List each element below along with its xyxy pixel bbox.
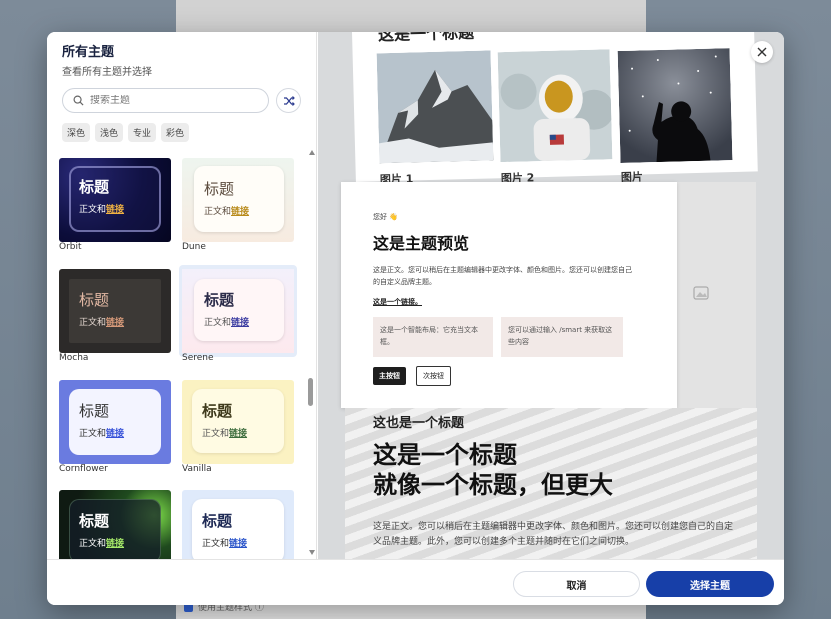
close-icon: [757, 47, 767, 57]
theme-card-body: 正文和链接: [204, 204, 249, 217]
theme-card-body: 正文和链接: [202, 536, 247, 549]
theme-name: Serene: [182, 353, 214, 363]
theme-card-link: 链接: [106, 318, 125, 328]
astronaut-photo: [497, 49, 613, 163]
theme-card-heading: 标题: [79, 512, 110, 530]
theme-card-body-text: 正文和: [204, 318, 232, 328]
filter-chips: 深色 浅色 专业 彩色: [62, 123, 190, 142]
theme-card-heading: 标题: [202, 512, 233, 530]
theme-list-panel: 所有主题 查看所有主题并选择 深色 浅色 专业 彩色 标题 正文和链接 Orbi…: [47, 32, 317, 559]
search-input[interactable]: [90, 95, 260, 106]
theme-picker-dialog: 所有主题 查看所有主题并选择 深色 浅色 专业 彩色 标题 正文和链接 Orbi…: [47, 32, 784, 605]
theme-preview-panel: 这是一个标题 图片 1 图片 2 图片 您好 👋 这是主题预览 这是正文。您可以…: [318, 32, 784, 559]
filter-chip-colorful[interactable]: 彩色: [161, 123, 190, 142]
theme-card-heading: 标题: [204, 180, 235, 198]
preview-slide3-heading-line2: 就像一个标题，但更大: [373, 471, 613, 499]
theme-name: Orbit: [59, 242, 82, 252]
preview-slide-zebra: 这也是一个标题 这是一个标题 就像一个标题，但更大 这是正文。您可以稍后在主题编…: [345, 408, 757, 559]
theme-name: Dune: [182, 242, 206, 252]
theme-card-heading: 标题: [79, 291, 110, 309]
theme-card-link: 链接: [229, 539, 248, 549]
preview-link: 这是一个链接。: [373, 298, 422, 306]
theme-grid: 标题 正文和链接 Orbit 标题 正文和链接 Dune 标题 正文和链接 Mo…: [59, 156, 299, 559]
shuffle-icon: [283, 95, 295, 106]
preview-slide3-heading: 这是一个标题 就像一个标题，但更大: [373, 440, 613, 500]
theme-card-body-text: 正文和: [79, 205, 107, 215]
theme-card-mocha[interactable]: 标题 正文和链接: [59, 269, 171, 353]
preview-slide-images: 这是一个标题 图片 1 图片 2 图片: [352, 32, 758, 186]
theme-card-body-text: 正文和: [204, 207, 232, 217]
cancel-button[interactable]: 取消: [513, 571, 640, 597]
dialog-title: 所有主题: [62, 45, 115, 60]
preview-primary-button: 主按钮: [373, 367, 406, 385]
preview-body-text: 这是正文。您可以稍后在主题编辑器中更改字体、颜色和图片。您还可以创建您自己的自定…: [373, 266, 632, 286]
close-button[interactable]: [751, 41, 773, 63]
theme-card-link: 链接: [106, 205, 125, 215]
theme-card-body: 正文和链接: [79, 536, 124, 549]
theme-card-body-text: 正文和: [79, 318, 107, 328]
scroll-up-arrow-icon[interactable]: [309, 150, 315, 155]
filter-chip-professional[interactable]: 专业: [128, 123, 157, 142]
theme-card-7[interactable]: 标题 正文和链接: [59, 490, 171, 559]
theme-card-inner: [69, 389, 161, 455]
theme-card-body-text: 正文和: [79, 539, 107, 549]
smart-layout-box-1: 这是一个智能布局：它充当文本框。: [373, 317, 493, 357]
preview-slide3-heading-line1: 这是一个标题: [373, 441, 517, 469]
scrollbar-thumb[interactable]: [308, 378, 313, 406]
theme-card-body: 正文和链接: [79, 315, 124, 328]
theme-name: Vanilla: [182, 464, 212, 474]
theme-card-body: 正文和链接: [79, 426, 124, 439]
theme-card-link: 链接: [231, 318, 250, 328]
shuffle-button[interactable]: [276, 88, 301, 113]
theme-card-body: 正文和链接: [79, 202, 124, 215]
search-box[interactable]: [62, 88, 269, 113]
preview-secondary-button: 次按钮: [416, 366, 451, 386]
search-icon: [73, 95, 84, 106]
theme-card-vanilla[interactable]: 标题 正文和链接: [182, 380, 294, 464]
theme-card-body: 正文和链接: [202, 426, 247, 439]
scroll-down-arrow-icon[interactable]: [309, 550, 315, 555]
theme-card-8[interactable]: 标题 正文和链接: [182, 490, 294, 559]
preview-slide3-kicker: 这也是一个标题: [373, 416, 465, 431]
theme-card-body-text: 正文和: [79, 429, 107, 439]
theme-card-body-text: 正文和: [202, 429, 230, 439]
select-theme-button[interactable]: 选择主题: [646, 571, 774, 597]
theme-card-cornflower[interactable]: 标题 正文和链接: [59, 380, 171, 464]
theme-card-link: 链接: [229, 429, 248, 439]
filter-chip-light[interactable]: 浅色: [95, 123, 124, 142]
theme-card-heading: 标题: [202, 402, 233, 420]
image-placeholder-icon: [693, 286, 709, 300]
dialog-subtitle: 查看所有主题并选择: [62, 67, 152, 78]
theme-card-serene[interactable]: 标题 正文和链接: [179, 265, 297, 357]
preview-title: 这是主题预览: [373, 234, 470, 253]
theme-card-heading: 标题: [79, 178, 110, 196]
theme-card-link: 链接: [106, 539, 125, 549]
theme-card-inner: [192, 389, 284, 453]
theme-name: Mocha: [59, 353, 89, 363]
preview-slide-main: 您好 👋 这是主题预览 这是正文。您可以稍后在主题编辑器中更改字体、颜色和图片。…: [341, 182, 677, 408]
theme-name: Cornflower: [59, 464, 108, 474]
theme-card-link: 链接: [106, 429, 125, 439]
theme-card-body: 正文和链接: [204, 315, 249, 328]
theme-card-link: 链接: [231, 207, 250, 217]
preview-slide1-title: 这是一个标题: [377, 32, 475, 45]
smart-layout-box-2: 您可以通过输入 /smart 来获取这些内容: [501, 317, 623, 357]
night-sky-photo: [617, 48, 733, 164]
preview-slide3-body: 这是正文。您可以稍后在主题编辑器中更改字体、颜色和图片。您还可以创建您自己的自定…: [373, 522, 734, 547]
preview-greeting: 您好 👋: [373, 213, 398, 221]
theme-card-body-text: 正文和: [202, 539, 230, 549]
theme-card-heading: 标题: [79, 402, 110, 420]
theme-card-inner: [194, 166, 284, 232]
dialog-footer: 取消 选择主题: [47, 559, 784, 605]
theme-card-orbit[interactable]: 标题 正文和链接: [59, 158, 171, 242]
theme-card-dune[interactable]: 标题 正文和链接: [182, 158, 294, 242]
theme-card-heading: 标题: [204, 291, 235, 309]
filter-chip-dark[interactable]: 深色: [62, 123, 91, 142]
mountain-photo: [376, 50, 494, 164]
